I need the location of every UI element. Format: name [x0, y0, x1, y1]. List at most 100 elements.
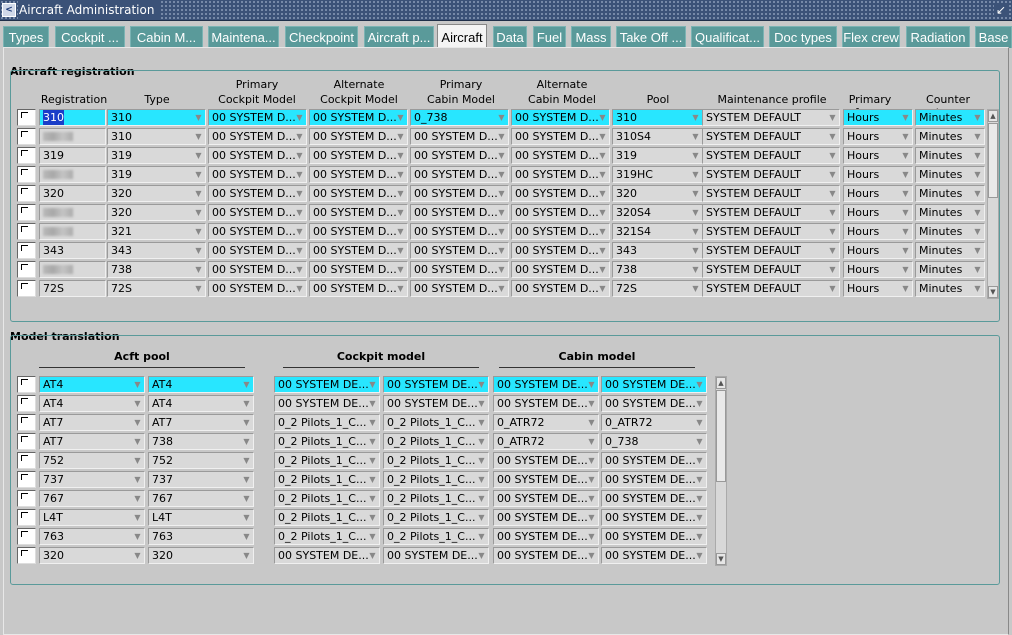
- chevron-down-icon[interactable]: ▼: [826, 110, 839, 125]
- chevron-down-icon[interactable]: ▼: [495, 186, 508, 201]
- cabin-from-select[interactable]: 00 SYSTEM DE... ▼: [493, 547, 599, 564]
- registration-scrollbar[interactable]: ▲ ▼: [987, 109, 999, 299]
- chevron-down-icon[interactable]: ▼: [596, 262, 609, 277]
- cockpit-to-select[interactable]: 00 SYSTEM DE... ▼: [383, 547, 489, 564]
- chevron-down-icon[interactable]: ▼: [366, 510, 379, 525]
- chevron-down-icon[interactable]: ▼: [394, 167, 407, 182]
- counter-type-select[interactable]: Minutes ▼: [915, 166, 985, 183]
- chevron-down-icon[interactable]: ▼: [475, 491, 488, 506]
- chevron-down-icon[interactable]: ▼: [131, 453, 144, 468]
- counter-type-select[interactable]: Minutes ▼: [915, 185, 985, 202]
- chevron-down-icon[interactable]: ▼: [971, 262, 984, 277]
- chevron-down-icon[interactable]: ▼: [899, 262, 912, 277]
- pool-select[interactable]: 310 ▼: [612, 109, 703, 126]
- tab-item[interactable]: Cabin M...: [130, 26, 203, 48]
- row-select-checkbox[interactable]: [17, 204, 36, 221]
- type-select[interactable]: 72S ▼: [107, 280, 206, 297]
- chevron-down-icon[interactable]: ▼: [689, 205, 702, 220]
- chevron-down-icon[interactable]: ▼: [693, 548, 706, 563]
- chevron-down-icon[interactable]: ▼: [689, 167, 702, 182]
- chevron-down-icon[interactable]: ▼: [596, 110, 609, 125]
- chevron-down-icon[interactable]: ▼: [394, 205, 407, 220]
- pool-to-select[interactable]: 752 ▼: [148, 452, 254, 469]
- chevron-down-icon[interactable]: ▼: [475, 548, 488, 563]
- pool-to-select[interactable]: 767 ▼: [148, 490, 254, 507]
- alternate-cabin-select[interactable]: 00 SYSTEM D... ▼: [511, 166, 610, 183]
- primary-reference-select[interactable]: Hours ▼: [843, 109, 913, 126]
- chevron-down-icon[interactable]: ▼: [689, 224, 702, 239]
- pool-from-select[interactable]: 767 ▼: [39, 490, 145, 507]
- chevron-down-icon[interactable]: ▼: [826, 186, 839, 201]
- chevron-down-icon[interactable]: ▼: [475, 510, 488, 525]
- chevron-down-icon[interactable]: ▼: [192, 148, 205, 163]
- row-select-checkbox[interactable]: [17, 490, 36, 507]
- counter-type-select[interactable]: Minutes ▼: [915, 128, 985, 145]
- cockpit-to-select[interactable]: 0_2 Pilots_1_C... ▼: [383, 528, 489, 545]
- scroll-down-icon[interactable]: ▼: [988, 286, 998, 298]
- alternate-cabin-select[interactable]: 00 SYSTEM D... ▼: [511, 185, 610, 202]
- maintenance-profile-select[interactable]: SYSTEM DEFAULT ▼: [702, 185, 840, 202]
- alternate-cockpit-select[interactable]: 00 SYSTEM D... ▼: [309, 109, 408, 126]
- cockpit-to-select[interactable]: 00 SYSTEM DE... ▼: [383, 376, 489, 393]
- primary-cabin-select[interactable]: 00 SYSTEM D... ▼: [410, 185, 509, 202]
- alternate-cabin-select[interactable]: 00 SYSTEM D... ▼: [511, 109, 610, 126]
- pool-to-select[interactable]: L4T ▼: [148, 509, 254, 526]
- chevron-down-icon[interactable]: ▼: [495, 224, 508, 239]
- chevron-down-icon[interactable]: ▼: [495, 129, 508, 144]
- primary-cockpit-select[interactable]: 00 SYSTEM D... ▼: [208, 204, 307, 221]
- chevron-down-icon[interactable]: ▼: [394, 262, 407, 277]
- chevron-down-icon[interactable]: ▼: [596, 167, 609, 182]
- primary-cockpit-select[interactable]: 00 SYSTEM D... ▼: [208, 261, 307, 278]
- row-select-checkbox[interactable]: [17, 166, 36, 183]
- pool-from-select[interactable]: AT7 ▼: [39, 414, 145, 431]
- alternate-cabin-select[interactable]: 00 SYSTEM D... ▼: [511, 223, 610, 240]
- chevron-down-icon[interactable]: ▼: [826, 148, 839, 163]
- type-select[interactable]: 310 ▼: [107, 109, 206, 126]
- chevron-down-icon[interactable]: ▼: [826, 243, 839, 258]
- cabin-to-select[interactable]: 00 SYSTEM DE... ▼: [601, 547, 707, 564]
- cabin-from-select[interactable]: 00 SYSTEM DE... ▼: [493, 452, 599, 469]
- counter-type-select[interactable]: Minutes ▼: [915, 223, 985, 240]
- alternate-cockpit-select[interactable]: 00 SYSTEM D... ▼: [309, 166, 408, 183]
- cockpit-from-select[interactable]: 00 SYSTEM DE... ▼: [274, 395, 380, 412]
- chevron-down-icon[interactable]: ▼: [131, 529, 144, 544]
- row-select-checkbox[interactable]: [17, 509, 36, 526]
- alternate-cockpit-select[interactable]: 00 SYSTEM D... ▼: [309, 261, 408, 278]
- primary-reference-select[interactable]: Hours ▼: [843, 242, 913, 259]
- tab-aircraft[interactable]: Aircraft: [437, 24, 487, 49]
- chevron-down-icon[interactable]: ▼: [293, 262, 306, 277]
- chevron-down-icon[interactable]: ▼: [596, 205, 609, 220]
- chevron-down-icon[interactable]: ▼: [293, 281, 306, 296]
- registration-field[interactable]: [39, 128, 106, 145]
- primary-cockpit-select[interactable]: 00 SYSTEM D... ▼: [208, 109, 307, 126]
- chevron-down-icon[interactable]: ▼: [971, 129, 984, 144]
- chevron-down-icon[interactable]: ▼: [192, 224, 205, 239]
- registration-field[interactable]: 319: [39, 147, 106, 164]
- chevron-down-icon[interactable]: ▼: [366, 453, 379, 468]
- chevron-down-icon[interactable]: ▼: [131, 510, 144, 525]
- row-select-checkbox[interactable]: [17, 109, 36, 126]
- pool-select[interactable]: 343 ▼: [612, 242, 703, 259]
- chevron-down-icon[interactable]: ▼: [293, 167, 306, 182]
- chevron-down-icon[interactable]: ▼: [475, 453, 488, 468]
- maintenance-profile-select[interactable]: SYSTEM DEFAULT ▼: [702, 242, 840, 259]
- chevron-down-icon[interactable]: ▼: [971, 281, 984, 296]
- primary-cabin-select[interactable]: 00 SYSTEM D... ▼: [410, 128, 509, 145]
- row-select-checkbox[interactable]: [17, 547, 36, 564]
- cabin-to-select[interactable]: 00 SYSTEM DE... ▼: [601, 509, 707, 526]
- alternate-cabin-select[interactable]: 00 SYSTEM D... ▼: [511, 147, 610, 164]
- chevron-down-icon[interactable]: ▼: [240, 510, 253, 525]
- row-select-checkbox[interactable]: [17, 414, 36, 431]
- chevron-down-icon[interactable]: ▼: [971, 205, 984, 220]
- registration-field[interactable]: 343: [39, 242, 106, 259]
- pool-select[interactable]: 72S ▼: [612, 280, 703, 297]
- registration-field[interactable]: [39, 223, 106, 240]
- chevron-down-icon[interactable]: ▼: [240, 396, 253, 411]
- chevron-down-icon[interactable]: ▼: [394, 186, 407, 201]
- pool-select[interactable]: 319HC ▼: [612, 166, 703, 183]
- pool-from-select[interactable]: 752 ▼: [39, 452, 145, 469]
- chevron-down-icon[interactable]: ▼: [585, 510, 598, 525]
- chevron-down-icon[interactable]: ▼: [689, 148, 702, 163]
- chevron-down-icon[interactable]: ▼: [131, 396, 144, 411]
- cockpit-to-select[interactable]: 0_2 Pilots_1_C... ▼: [383, 471, 489, 488]
